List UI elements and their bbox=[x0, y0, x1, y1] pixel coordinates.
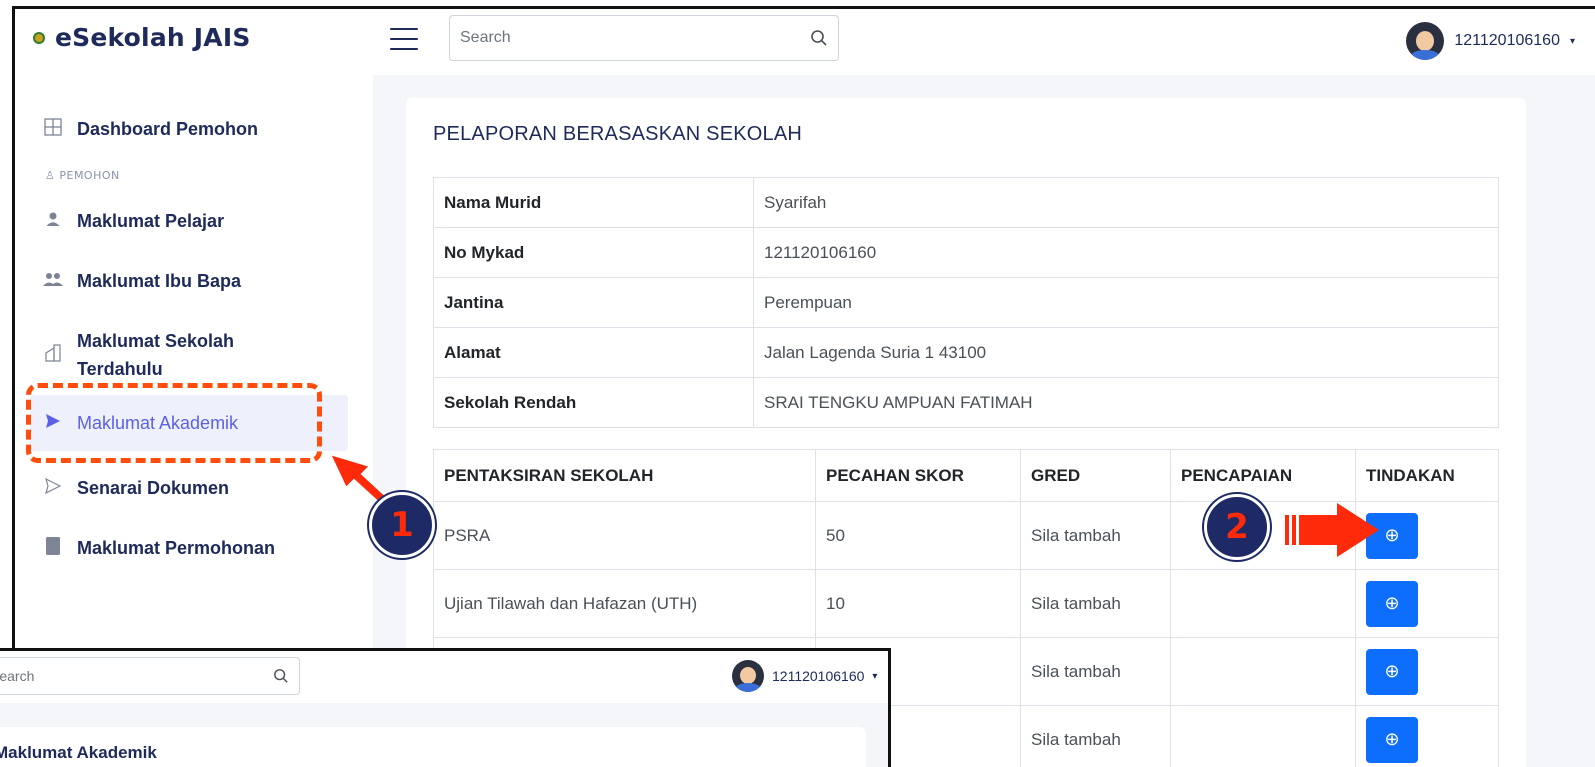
brand-title: eSekolah JAIS bbox=[55, 23, 251, 52]
table-row: Alamat Jalan Lagenda Suria 1 43100 bbox=[433, 327, 1499, 378]
table-row: No Mykad 121120106160 bbox=[433, 227, 1499, 278]
step-badge-2: 2 bbox=[1204, 494, 1270, 560]
page-title: PELAPORAN BERASASKAN SEKOLAH bbox=[433, 123, 803, 145]
menu-toggle-icon[interactable] bbox=[390, 28, 418, 50]
action-cell: ⊕ bbox=[1355, 569, 1499, 638]
sidebar-item-label: Senarai Dokumen bbox=[77, 478, 230, 498]
user-id: 121120106160 bbox=[1454, 32, 1560, 49]
inset-search-box bbox=[0, 657, 300, 695]
brand[interactable]: eSekolah JAIS bbox=[33, 23, 251, 52]
search-input[interactable] bbox=[460, 29, 810, 47]
table-row: Jantina Perempuan bbox=[433, 277, 1499, 328]
user-icon: ♙ bbox=[45, 169, 60, 182]
inset-page-title: Maklumat Akademik bbox=[0, 743, 157, 762]
avatar bbox=[1406, 22, 1445, 60]
sidebar-item-label: Maklumat Ibu Bapa bbox=[77, 271, 242, 291]
search-icon[interactable] bbox=[810, 29, 828, 47]
achievement-cell bbox=[1170, 705, 1356, 767]
chevron-down-icon: ▾ bbox=[1569, 35, 1575, 47]
table-header-row: PENTAKSIRAN SEKOLAH PECAHAN SKOR GRED PE… bbox=[433, 449, 1499, 502]
grade-cell: Sila tambah bbox=[1020, 501, 1171, 570]
top-navbar: eSekolah JAIS 121120106160 ▾ bbox=[15, 9, 1595, 75]
annotation-arrow-2 bbox=[1285, 503, 1379, 557]
assessment-cell: PSRA bbox=[433, 501, 816, 570]
search-icon[interactable] bbox=[273, 668, 289, 684]
user-id: 121120106160 bbox=[772, 668, 865, 684]
info-value: Jalan Lagenda Suria 1 43100 bbox=[753, 327, 1499, 378]
grade-cell: Sila tambah bbox=[1020, 569, 1171, 638]
achievement-cell bbox=[1170, 569, 1356, 638]
table-row: Ujian Tilawah dan Hafazan (UTH) 10 Sila … bbox=[433, 569, 1499, 638]
info-label: Jantina bbox=[433, 277, 754, 328]
sidebar-item-label: Dashboard Pemohon bbox=[77, 119, 259, 139]
info-label: No Mykad bbox=[433, 227, 754, 278]
send-icon bbox=[43, 477, 63, 498]
action-cell: ⊕ bbox=[1355, 705, 1499, 767]
sidebar-item-pelajar[interactable]: Maklumat Pelajar bbox=[43, 207, 224, 235]
info-value: Syarifah bbox=[753, 177, 1499, 228]
grade-cell: Sila tambah bbox=[1020, 637, 1171, 706]
score-cell: 50 bbox=[815, 501, 1021, 570]
sidebar-section-heading: ♙ PEMOHON bbox=[45, 169, 120, 182]
avatar bbox=[732, 660, 764, 692]
inset-search-input[interactable] bbox=[0, 668, 273, 684]
column-header: PENTAKSIRAN SEKOLAH bbox=[433, 449, 816, 502]
sidebar-item-sekolah-terdahulu[interactable]: Maklumat Sekolah Terdahulu bbox=[43, 327, 277, 383]
assessment-cell: Ujian Tilawah dan Hafazan (UTH) bbox=[433, 569, 816, 638]
info-label: Nama Murid bbox=[433, 177, 754, 228]
highlight-box-akademik bbox=[26, 383, 322, 463]
info-label: Sekolah Rendah bbox=[433, 377, 754, 428]
table-row: Nama Murid Syarifah bbox=[433, 177, 1499, 228]
chevron-down-icon: ▾ bbox=[872, 670, 878, 682]
sidebar-item-dokumen[interactable]: Senarai Dokumen bbox=[43, 474, 229, 502]
logo-icon bbox=[33, 31, 45, 44]
column-header: PECAHAN SKOR bbox=[815, 449, 1021, 502]
sidebar-item-label: Maklumat Permohonan bbox=[77, 538, 276, 558]
column-header: GRED bbox=[1020, 449, 1171, 502]
search-box bbox=[449, 15, 839, 61]
info-value: Perempuan bbox=[753, 277, 1499, 328]
inset-user-menu[interactable]: 121120106160 ▾ bbox=[732, 660, 877, 692]
building-icon bbox=[43, 344, 63, 366]
users-icon bbox=[43, 271, 63, 291]
sidebar-item-label: Maklumat Pelajar bbox=[77, 211, 225, 231]
user-icon bbox=[43, 211, 63, 231]
action-cell: ⊕ bbox=[1355, 637, 1499, 706]
table-row: Sekolah Rendah SRAI TENGKU AMPUAN FATIMA… bbox=[433, 377, 1499, 428]
column-header: TINDAKAN bbox=[1355, 449, 1499, 502]
info-value: 121120106160 bbox=[753, 227, 1499, 278]
add-grade-button[interactable]: ⊕ bbox=[1366, 716, 1418, 763]
grid-icon bbox=[43, 118, 63, 140]
inset-navbar: 121120106160 ▾ bbox=[0, 651, 888, 703]
student-info-table: Nama Murid Syarifah No Mykad 12112010616… bbox=[433, 177, 1499, 428]
grade-cell: Sila tambah bbox=[1020, 705, 1171, 767]
sidebar-item-permohonan[interactable]: Maklumat Permohonan bbox=[43, 534, 275, 562]
book-icon bbox=[43, 537, 63, 559]
add-grade-button[interactable]: ⊕ bbox=[1366, 648, 1418, 695]
info-label: Alamat bbox=[433, 327, 754, 378]
sidebar-item-dashboard[interactable]: Dashboard Pemohon bbox=[43, 115, 258, 143]
annotation-arrow-1 bbox=[328, 452, 388, 504]
achievement-cell bbox=[1170, 637, 1356, 706]
inset-screenshot: 121120106160 ▾ Maklumat Akademik bbox=[0, 648, 891, 767]
score-cell: 10 bbox=[815, 569, 1021, 638]
sidebar-item-ibu-bapa[interactable]: Maklumat Ibu Bapa bbox=[43, 267, 241, 295]
sidebar-item-label: Maklumat Sekolah Terdahulu bbox=[77, 331, 235, 379]
inset-card: Maklumat Akademik bbox=[0, 727, 866, 767]
user-menu[interactable]: 121120106160 ▾ bbox=[1406, 22, 1575, 60]
info-value: SRAI TENGKU AMPUAN FATIMAH bbox=[753, 377, 1499, 428]
add-grade-button[interactable]: ⊕ bbox=[1366, 580, 1418, 627]
step-badge-1: 1 bbox=[369, 492, 435, 558]
column-header: PENCAPAIAN bbox=[1170, 449, 1356, 502]
